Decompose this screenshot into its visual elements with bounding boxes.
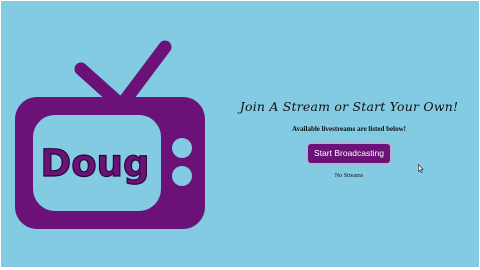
mouse-pointer-icon xyxy=(418,164,424,173)
start-broadcasting-button[interactable]: Start Broadcasting xyxy=(308,144,390,163)
main-content: Join A Stream or Start Your Own! Availab… xyxy=(221,99,477,179)
stream-list-status: No Streams xyxy=(334,173,364,179)
page-headline: Join A Stream or Start Your Own! xyxy=(239,99,459,114)
logo-text: Doug xyxy=(41,142,150,185)
app-window: Doug Join A Stream or Start Your Own! Av… xyxy=(1,1,479,267)
doug-tv-logo: Doug xyxy=(15,40,205,229)
tv-antenna-right xyxy=(116,40,172,110)
tv-knob-bottom xyxy=(172,166,192,186)
tv-knob-top xyxy=(172,138,192,158)
streams-subtitle: Available livestreams are listed below! xyxy=(292,125,406,133)
